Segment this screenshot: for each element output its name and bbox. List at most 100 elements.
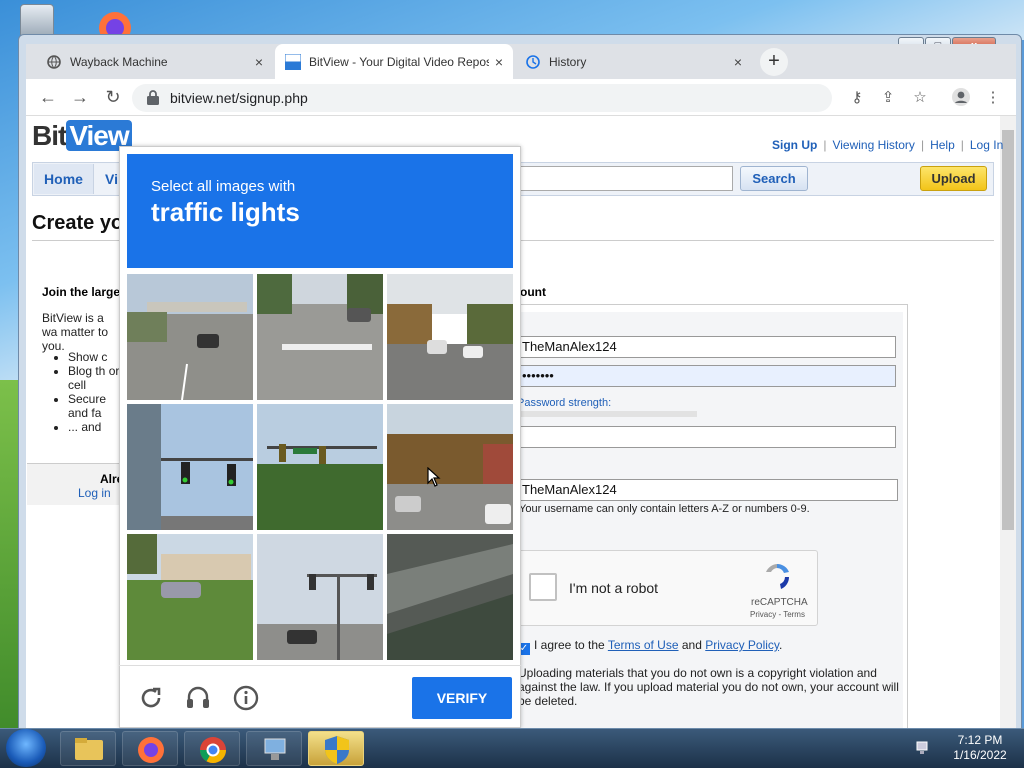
menu-kebab-icon[interactable]: ⋮ [982, 87, 1004, 109]
recycle-bin-icon[interactable] [20, 4, 54, 38]
site-search-input[interactable] [515, 166, 733, 191]
captcha-tile-traffic-light-trees[interactable] [257, 404, 383, 530]
taskbar-firefox[interactable] [122, 731, 178, 766]
recaptcha-label: I'm not a robot [569, 580, 659, 596]
start-button[interactable] [6, 729, 46, 767]
wayback-icon [46, 54, 62, 70]
password-strength-bar [517, 411, 697, 417]
captcha-tile-city-road-crosswalk[interactable] [257, 274, 383, 400]
taskbar-file-explorer[interactable] [60, 731, 116, 766]
top-links: Sign Up | Viewing History | Help | Log In [769, 138, 1006, 152]
history-icon [525, 54, 541, 70]
signup-link[interactable]: Sign Up [772, 138, 817, 152]
clock-date: 1/16/2022 [953, 748, 1007, 762]
captcha-instruction: Select all images with [151, 178, 296, 195]
network-computer-icon [264, 738, 286, 760]
help-link[interactable]: Help [930, 138, 955, 152]
password-strength-label: Password strength: [517, 397, 612, 409]
join-heading: Join the large [42, 285, 121, 299]
tab-title: Wayback Machine [70, 54, 168, 69]
recaptcha-checkbox[interactable] [529, 573, 557, 601]
folder-icon [75, 738, 103, 760]
reload-button[interactable]: ↻ [101, 86, 125, 110]
scrollbar-thumb[interactable] [1002, 130, 1014, 530]
list-item: ... and [68, 420, 120, 434]
recaptcha-terms[interactable]: Privacy - Terms [750, 610, 805, 619]
home-tab[interactable]: Home [34, 164, 94, 194]
separator: | [920, 138, 925, 152]
agree-terms: ✓ I agree to the Terms of Use and Privacy… [518, 638, 782, 655]
password-field[interactable]: ••••••• [515, 365, 896, 387]
verify-button[interactable]: VERIFY [412, 677, 512, 719]
info-icon[interactable] [231, 683, 261, 713]
system-clock[interactable]: 7:12 PM 1/16/2022 [940, 733, 1020, 763]
close-tab-icon[interactable]: × [255, 54, 263, 70]
intro-text: BitView is a wa matter to you. [42, 311, 109, 353]
login-top-link[interactable]: Log In [970, 138, 1003, 152]
upload-button[interactable]: Upload [920, 166, 987, 191]
captcha-tile-overpass-rail[interactable] [387, 534, 513, 660]
terms-link[interactable]: Terms of Use [608, 638, 679, 652]
taskbar-network-app[interactable] [246, 731, 302, 766]
recaptcha-logo-icon [766, 564, 789, 589]
feature-list: Show c Blog th or cell Secure and fa ...… [68, 350, 120, 434]
captcha-tile-traffic-lights-building[interactable] [127, 404, 253, 530]
close-tab-icon[interactable]: × [495, 54, 503, 70]
logo-bit: Bit [32, 120, 67, 151]
confirm-password-field[interactable] [515, 426, 896, 448]
close-tab-icon[interactable]: × [734, 54, 742, 70]
list-item: Show c [68, 350, 120, 364]
back-button[interactable]: ← [36, 86, 60, 110]
reload-challenge-icon[interactable] [136, 683, 166, 713]
share-icon[interactable]: ⇪ [877, 87, 899, 109]
tab-title: History [549, 54, 587, 69]
captcha-tile-wooded-highway[interactable] [387, 274, 513, 400]
captcha-tile-street-traffic-light[interactable] [257, 534, 383, 660]
bookmark-star-icon[interactable]: ☆ [909, 87, 931, 109]
profile-icon[interactable] [950, 87, 972, 109]
audio-challenge-icon[interactable] [183, 683, 213, 713]
taskbar-chrome[interactable] [184, 731, 240, 766]
agree-suffix: . [779, 638, 783, 652]
username-hint: Your username can only contain letters A… [519, 503, 810, 515]
captcha-tile-residential-street[interactable] [387, 404, 513, 530]
forward-button[interactable]: → [68, 86, 92, 110]
login-link[interactable]: Log in [78, 486, 111, 500]
clock-time: 7:12 PM [957, 733, 1003, 747]
uac-shield-icon [325, 736, 349, 764]
chrome-icon [199, 737, 227, 764]
list-item: Secure and fa [68, 392, 120, 420]
url-text[interactable]: bitview.net/signup.php [170, 90, 308, 106]
viewing-history-link[interactable]: Viewing History [832, 138, 914, 152]
account-heading: ount [520, 285, 546, 299]
firefox-icon [138, 737, 164, 763]
privacy-link[interactable]: Privacy Policy [705, 638, 779, 652]
tab-history[interactable]: History × [515, 44, 752, 79]
tab-wayback[interactable]: Wayback Machine × [36, 44, 273, 79]
mouse-cursor-icon [427, 467, 441, 487]
new-tab-button[interactable]: + [760, 48, 788, 76]
separator: | [823, 138, 827, 152]
captcha-footer-divider [119, 665, 521, 666]
page-title: Create yo [32, 212, 124, 234]
key-icon[interactable]: ⚷ [846, 87, 868, 109]
recaptcha-brand: reCAPTCHA [751, 597, 808, 608]
separator: | [960, 138, 964, 152]
tab-title: BitView - Your Digital Video Repository [309, 54, 489, 69]
bitview-logo[interactable]: Bit View [32, 120, 132, 152]
captcha-target: traffic lights [151, 197, 300, 227]
copyright-warning: Uploading materials that you do not own … [518, 666, 899, 708]
channel-username-field[interactable]: TheManAlex124 [515, 479, 898, 501]
search-button[interactable]: Search [740, 166, 808, 191]
network-tray-icon[interactable] [914, 740, 930, 756]
captcha-tile-highway-overpass[interactable] [127, 274, 253, 400]
list-item: Blog th or cell [68, 364, 120, 392]
captcha-tile-parking-lot-car[interactable] [127, 534, 253, 660]
agree-and: and [681, 638, 702, 652]
tab-bitview[interactable]: BitView - Your Digital Video Repository … [275, 44, 513, 79]
username-field[interactable]: TheManAlex124 [515, 336, 896, 358]
lock-icon[interactable] [146, 89, 160, 105]
taskbar-uac-shield[interactable] [308, 731, 364, 766]
bitview-favicon [285, 53, 301, 70]
agree-text: I agree to the [534, 638, 605, 652]
